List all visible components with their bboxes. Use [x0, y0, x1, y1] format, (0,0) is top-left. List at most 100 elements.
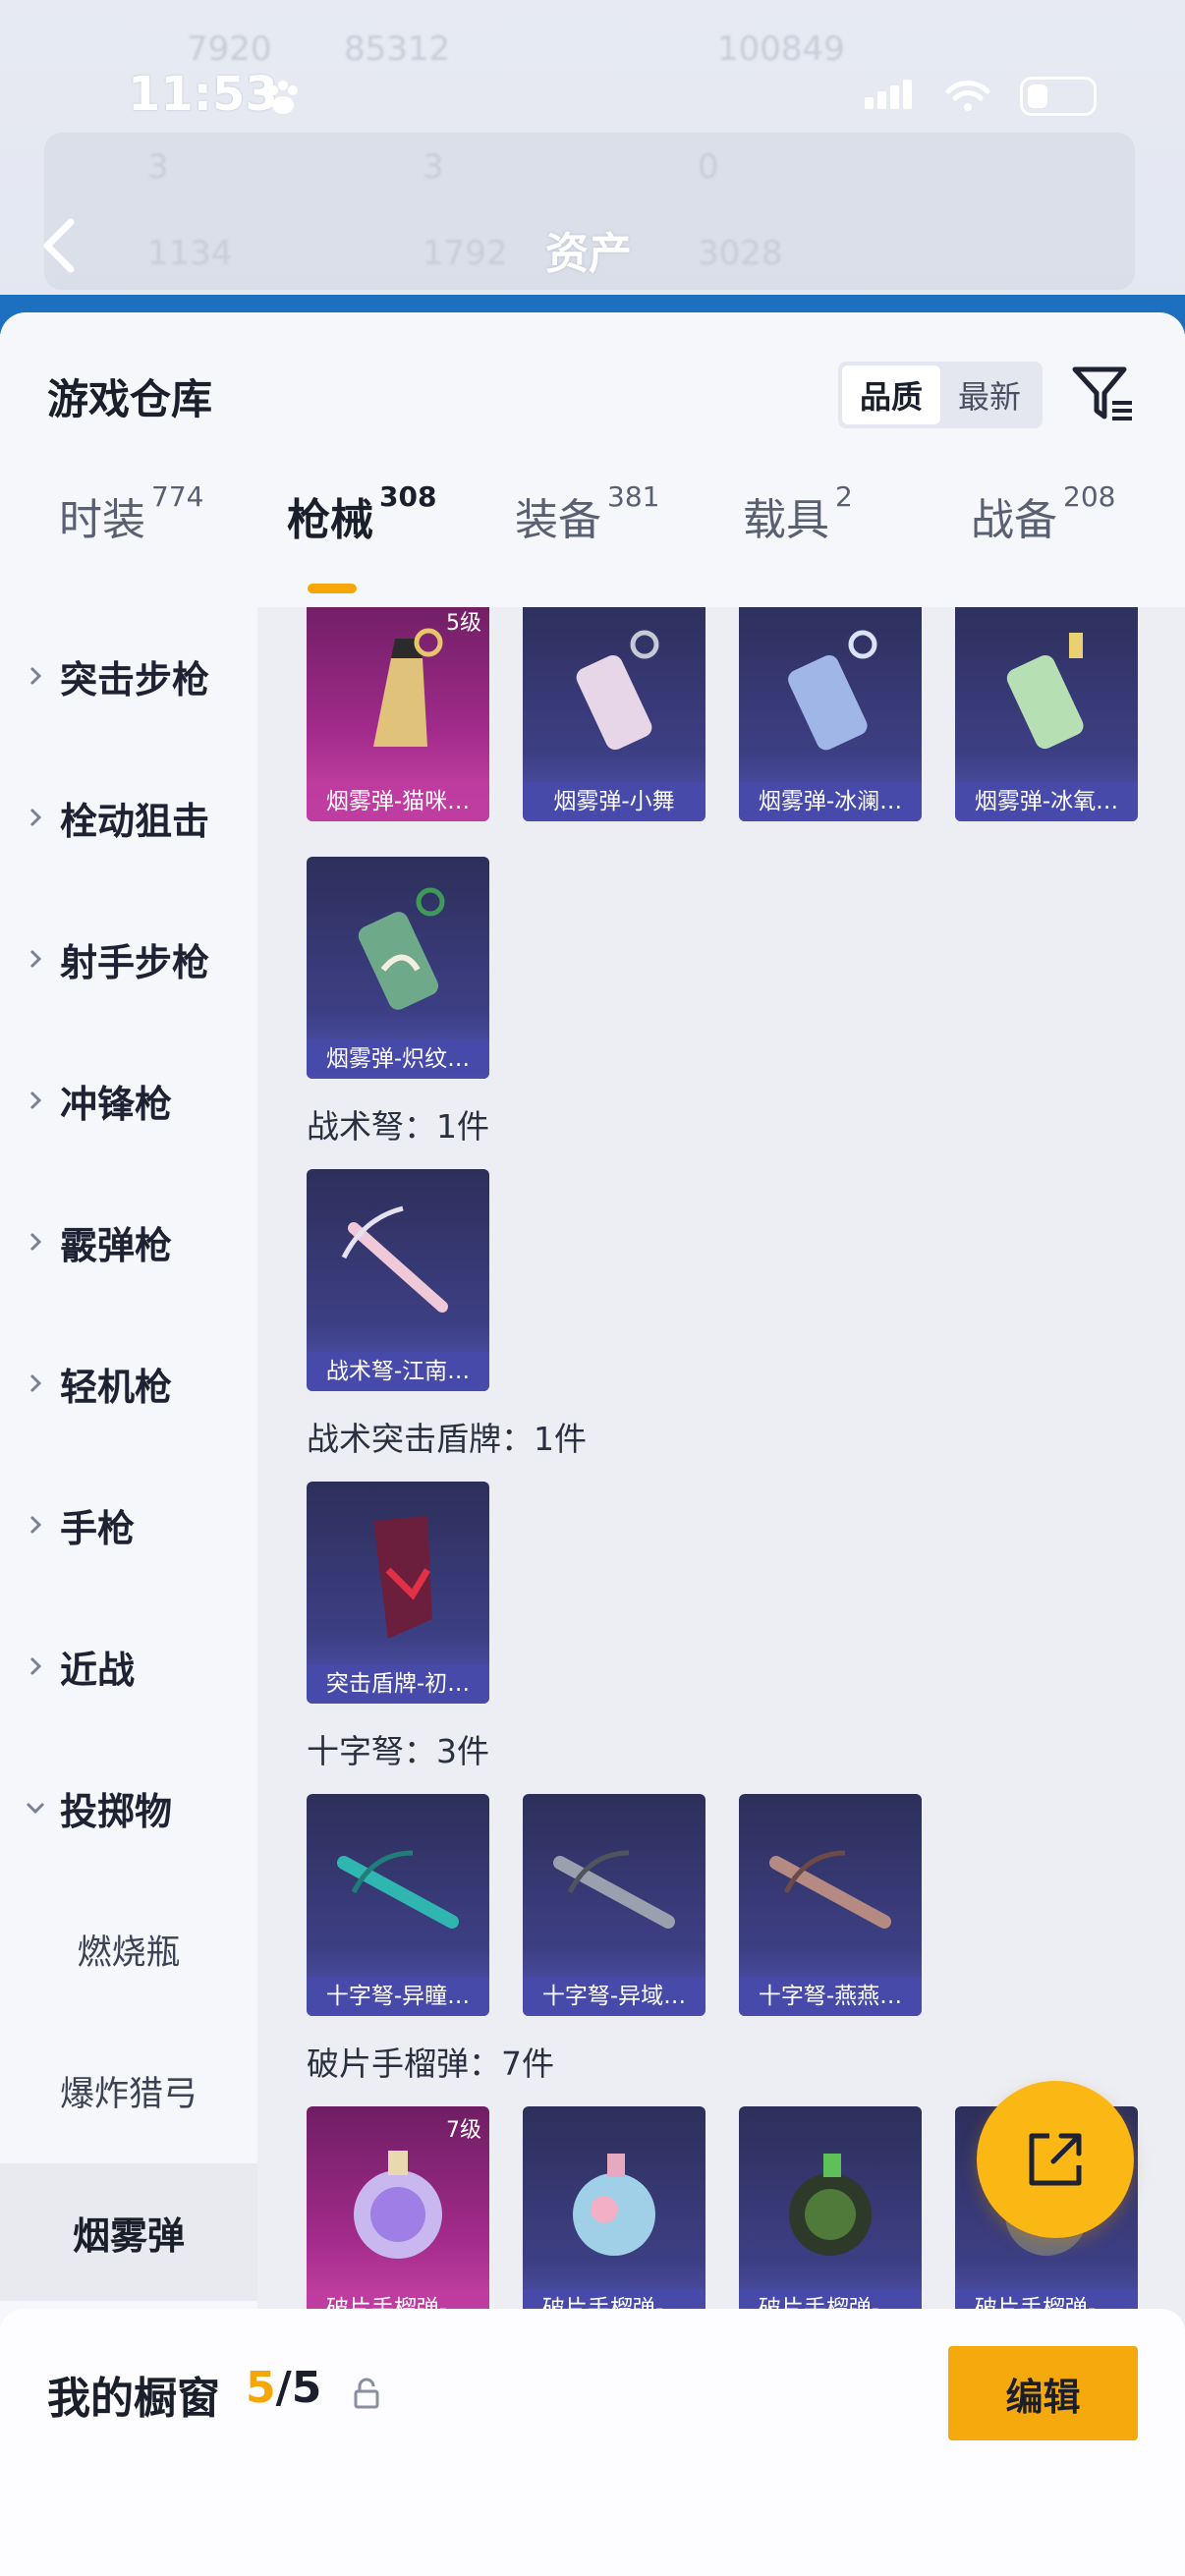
chevron-right-icon: [29, 1656, 42, 1676]
sidebar-item-bolt-sniper[interactable]: 栓动狙击: [0, 749, 257, 886]
page-title: 资产: [545, 229, 632, 279]
item-card[interactable]: 突击盾牌-初…: [307, 1482, 489, 1704]
sidebar-item-melee[interactable]: 近战: [0, 1597, 257, 1735]
sidebar-item-smg[interactable]: 冲锋枪: [0, 1032, 257, 1169]
tab-label: 载具: [743, 495, 829, 545]
item-card[interactable]: 十字弩-异瞳…: [307, 1794, 489, 2016]
chevron-right-icon: [29, 1091, 42, 1110]
weapon-category-sidebar: 突击步枪 栓动狙击 射手步枪 冲锋枪 霰弹枪 轻机枪 手枪 近战 投掷物 燃烧瓶…: [0, 607, 257, 2444]
item-name: 十字弩-燕燕…: [739, 1977, 922, 2016]
frag-grenade-art: [789, 2154, 872, 2256]
tab-firearms[interactable]: 枪械 308: [287, 480, 436, 547]
sidebar-item-label: 投掷物: [60, 1789, 173, 1833]
tab-count: 208: [1063, 480, 1116, 513]
tab-label: 装备: [515, 495, 601, 545]
item-card[interactable]: 烟雾弹-小舞: [523, 607, 705, 821]
sidebar-subitem-smoke-grenade[interactable]: 烟雾弹: [0, 2163, 257, 2301]
tab-label: 枪械: [287, 495, 373, 545]
tab-supplies[interactable]: 战备 208: [971, 480, 1115, 547]
blurred-stat: 3028: [698, 234, 783, 273]
sidebar-item-lmg[interactable]: 轻机枪: [0, 1315, 257, 1452]
item-card[interactable]: 烟雾弹-冰澜…: [739, 607, 922, 821]
back-arrow-icon[interactable]: [39, 216, 79, 275]
sidebar-item-assault-rifle[interactable]: 突击步枪: [0, 607, 257, 745]
edit-button[interactable]: 编辑: [948, 2346, 1138, 2440]
blurred-stat: 1792: [423, 234, 508, 273]
sidebar-item-label: 冲锋枪: [60, 1082, 173, 1126]
blurred-stat: 1134: [147, 234, 233, 273]
sidebar-subitem-molotov[interactable]: 燃烧瓶: [0, 1880, 257, 2018]
status-indicators: [865, 77, 1097, 116]
smoke-grenade-art: [788, 630, 877, 751]
item-name: 烟雾弹-小舞: [523, 782, 705, 821]
tab-vehicles[interactable]: 载具 2: [743, 480, 853, 547]
showcase-title: 我的橱窗: [47, 2374, 220, 2424]
item-card[interactable]: 5级 烟雾弹-猫咪…: [307, 607, 489, 821]
sidebar-item-label: 射手步枪: [60, 940, 210, 984]
tab-label: 时装: [59, 495, 145, 545]
item-card[interactable]: 十字弩-异域…: [523, 1794, 705, 2016]
item-name: 烟雾弹-炽纹…: [307, 1039, 489, 1079]
item-name: 烟雾弹-冰氧…: [955, 782, 1138, 821]
sidebar-item-label: 轻机枪: [60, 1365, 173, 1409]
item-card[interactable]: 破片手榴弹-…: [739, 2106, 922, 2328]
sidebar-item-shotgun[interactable]: 霰弹枪: [0, 1173, 257, 1311]
blurred-stat: 85312: [344, 29, 451, 69]
showcase-count: 5/5: [246, 2363, 321, 2413]
filter-icon[interactable]: [1069, 360, 1138, 428]
item-card[interactable]: 7级 破片手榴弹-…: [307, 2106, 489, 2328]
tab-fashion[interactable]: 时装 774: [59, 480, 203, 547]
blurred-stat: 100849: [717, 29, 845, 69]
level-badge: 5级: [446, 611, 481, 636]
smoke-grenade-art: [373, 628, 443, 747]
item-card[interactable]: 战术弩-江南…: [307, 1169, 489, 1391]
crossbow-art: [553, 1850, 675, 1929]
section-heading: 战术突击盾牌：1件: [307, 1420, 587, 1458]
item-name: 十字弩-异瞳…: [307, 1977, 489, 2016]
item-name: 烟雾弹-冰澜…: [739, 782, 922, 821]
battery-icon: [1020, 77, 1097, 116]
chevron-right-icon: [29, 666, 42, 686]
frag-grenade-art: [354, 2151, 442, 2259]
item-card[interactable]: 烟雾弹-炽纹…: [307, 857, 489, 1079]
blurred-stat: 7920: [187, 29, 272, 69]
chevron-right-icon: [29, 1232, 42, 1252]
lock-icon: [354, 2378, 379, 2409]
item-name: 烟雾弹-猫咪…: [307, 782, 489, 821]
category-tabs: 时装 774 枪械 308 装备 381 载具 2 战备 208: [0, 480, 1185, 602]
share-button[interactable]: [977, 2081, 1134, 2238]
frag-grenade-art: [573, 2154, 655, 2256]
wifi-icon: [945, 81, 990, 111]
status-time: 11:53: [128, 67, 278, 122]
tab-count: 381: [607, 480, 660, 513]
tab-count: 774: [151, 480, 204, 513]
item-card[interactable]: 破片手榴弹-…: [523, 2106, 705, 2328]
sort-quality-option[interactable]: 品质: [842, 365, 940, 424]
sidebar-item-throwables[interactable]: 投掷物: [0, 1739, 257, 1876]
blurred-stat: 3: [147, 147, 169, 187]
section-heading: 十字弩：3件: [307, 1732, 489, 1770]
tab-count: 308: [379, 480, 437, 513]
sort-newest-option[interactable]: 最新: [940, 365, 1039, 424]
chevron-down-icon: [26, 1802, 45, 1815]
item-card[interactable]: 烟雾弹-冰氧…: [955, 607, 1138, 821]
signal-icon: [865, 80, 916, 113]
sidebar-item-marksman-rifle[interactable]: 射手步枪: [0, 890, 257, 1028]
smoke-grenade-art: [358, 887, 445, 1010]
chevron-right-icon: [29, 1515, 42, 1535]
smoke-grenade-art: [576, 630, 659, 751]
sidebar-item-label: 近战: [60, 1648, 136, 1692]
item-name: 十字弩-异域…: [523, 1977, 705, 2016]
paw-icon: [268, 81, 298, 114]
blurred-stat: 0: [698, 147, 719, 187]
item-card[interactable]: 十字弩-燕燕…: [739, 1794, 922, 2016]
tab-count: 2: [835, 480, 853, 513]
sidebar-item-pistol[interactable]: 手枪: [0, 1456, 257, 1594]
sidebar-subitem-explosive-bow[interactable]: 爆炸猎弓: [0, 2022, 257, 2159]
showcase-total: /5: [275, 2363, 322, 2413]
blurred-stat: 3: [423, 147, 444, 187]
sidebar-item-label: 手枪: [60, 1506, 136, 1550]
showcase-current: 5: [246, 2363, 276, 2413]
tab-equipment[interactable]: 装备 381: [515, 480, 659, 547]
crossbow-art: [341, 1205, 448, 1313]
